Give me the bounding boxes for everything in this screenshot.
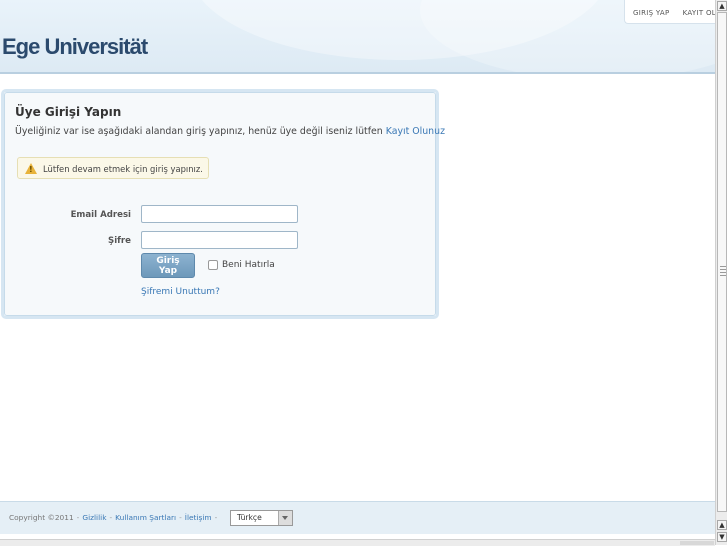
login-description: Üyeliğiniz var ise aşağıdaki alandan gir… [15,126,445,137]
footer-separator: - [76,513,80,522]
login-panel: Üye Girişi Yapın Üyeliğiniz var ise aşağ… [1,89,445,319]
copyright-text: Copyright ©2011 [9,513,74,522]
footer-separator: - [109,513,113,522]
login-title: Üye Girişi Yapın [15,105,122,119]
login-button[interactable]: Giriş Yap [141,253,195,278]
login-warning: ! Lütfen devam etmek için giriş yapınız. [17,157,209,179]
login-panel-inner: Üye Girişi Yapın Üyeliğiniz var ise aşağ… [4,92,445,316]
vertical-scrollbar[interactable]: ▲ ▲ ▼ [715,0,727,545]
footer-separator: - [214,513,218,522]
nav-register-link[interactable]: KAYIT OL [675,1,715,17]
email-field[interactable] [141,205,298,223]
remember-me[interactable]: Beni Hatırla [208,260,275,270]
remember-checkbox[interactable] [208,260,218,270]
scroll-up-icon[interactable]: ▲ [717,1,727,11]
scrollbar-grip [720,266,726,276]
terms-link[interactable]: Kullanım Şartları [115,513,176,522]
language-select[interactable]: Türkçe [230,510,293,526]
horizontal-scrollbar-thumb[interactable] [680,541,714,545]
login-description-text: Üyeliğiniz var ise aşağıdaki alandan gir… [15,126,383,137]
password-label: Şifre [108,236,131,246]
footer-links: Copyright ©2011- Gizlilik - Kullanım Şartla… [9,513,220,522]
privacy-link[interactable]: Gizlilik [82,513,106,522]
email-label: Email Adresi [70,210,131,220]
warning-icon: ! [25,163,37,174]
register-link[interactable]: Kayıt Olunuz [386,126,445,137]
page-footer: Copyright ©2011- Gizlilik - Kullanım Şartla… [0,501,715,534]
scroll-down-icon[interactable]: ▼ [717,532,727,542]
contact-link[interactable]: İletişim [185,513,212,522]
scroll-up-icon[interactable]: ▲ [717,520,727,530]
top-navigation: GIRIŞ YAP KAYIT OL [624,0,715,24]
site-title[interactable]: Ege Universität [2,34,148,60]
language-value: Türkçe [237,513,262,522]
scrollbar-thumb[interactable] [717,12,727,512]
footer-separator: - [179,513,182,522]
nav-login-link[interactable]: GIRIŞ YAP [625,1,670,17]
warning-text: Lütfen devam etmek için giriş yapınız. [43,164,203,174]
password-field[interactable] [141,231,298,249]
page-header: Ege Universität GIRIŞ YAP KAYIT OL [0,0,715,74]
remember-label: Beni Hatırla [222,260,275,270]
forgot-password-link[interactable]: Şifremi Unuttum? [141,287,220,297]
chevron-down-icon[interactable] [278,511,292,525]
